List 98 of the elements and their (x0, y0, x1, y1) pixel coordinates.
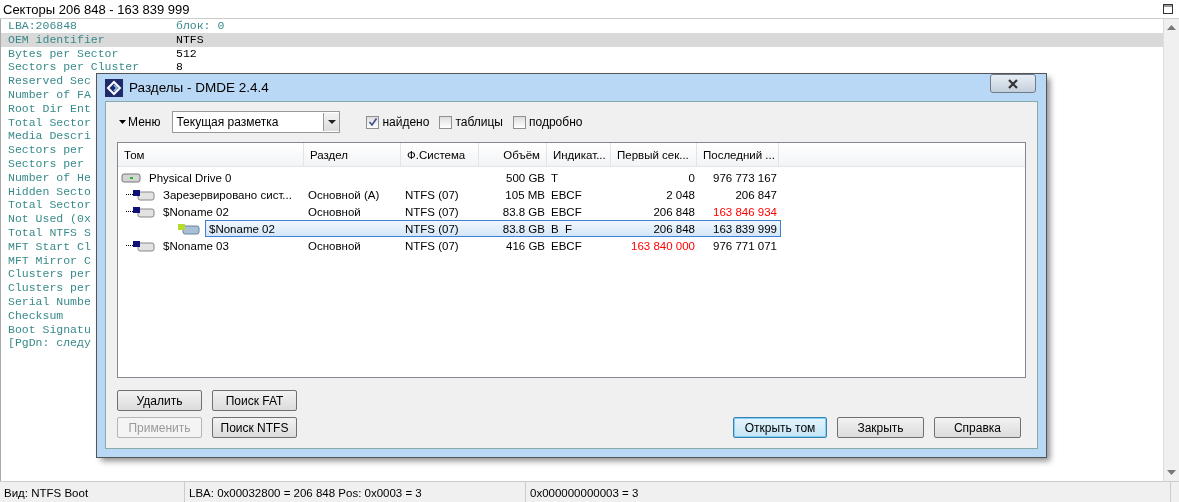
field-label: OEM identifier (8, 32, 106, 47)
table-cell-text: 976 773 167 (712, 171, 778, 184)
field-label: Clusters per (8, 281, 92, 295)
status-text: Вид: NTFS Boot (0, 482, 185, 502)
table-cell-text: $Noname 03 (162, 239, 230, 252)
table-cell-text: 0 (687, 171, 696, 184)
field-label: Checksum (8, 308, 65, 323)
table-cell-text: NTFS (07) (404, 239, 460, 252)
table-cell-text: 206 848 (652, 205, 696, 218)
action-button[interactable]: Справка (934, 417, 1021, 438)
close-button[interactable] (990, 74, 1036, 93)
field-value: блок: 0 (176, 19, 225, 33)
table-row[interactable]: Physical Drive 0 500 GB T 0 976 773 167 (145, 169, 781, 186)
drive-icon (121, 171, 143, 184)
window-title: Секторы 206 848 - 163 839 999 (2, 1, 191, 17)
checkbox-label[interactable]: найдено (382, 115, 430, 129)
partition-icon (133, 205, 155, 218)
table-cell-text: Physical Drive 0 (148, 171, 233, 184)
column-header[interactable]: Том (118, 143, 304, 166)
table-cell-text: 83.8 GB (501, 222, 546, 235)
table-cell-text: 2 048 (665, 188, 696, 201)
table-cell-text: NTFS (07) (404, 188, 460, 201)
column-header[interactable]: Объём (479, 143, 547, 166)
table-cell-text: 83.8 GB (501, 205, 546, 218)
table-cell-text: Основной (307, 205, 362, 218)
table-cell-text: 163 840 000 (630, 239, 696, 252)
action-button[interactable]: Открыть том (733, 417, 827, 438)
partition-icon (133, 188, 155, 201)
field-row[interactable]: Sectors per Cluster 8 (1, 60, 1163, 75)
field-value: NTFS (176, 32, 204, 47)
status-text: LBA: 0x00032800 = 206 848 Pos: 0x0003 = 3 (185, 482, 526, 502)
field-row[interactable]: LBA:206848 блок: 0 (1, 19, 1163, 33)
column-header[interactable]: Индикат... (547, 143, 611, 166)
caret-icon (119, 120, 126, 124)
field-label: LBA:206848 (8, 19, 78, 33)
table-cell-text: NTFS (07) (404, 222, 460, 235)
table-row[interactable]: $Noname 02 Основной NTFS (07) 83.8 GB EBCF 206 848 163 846 934 (159, 203, 781, 220)
table-cell-text: 163 846 934 (712, 205, 778, 218)
field-label: Root Dir Ent (8, 101, 92, 116)
restore-icon[interactable] (1163, 4, 1173, 14)
app-logo-icon (105, 78, 123, 97)
table-row[interactable]: $Noname 03 Основной NTFS (07) 416 GB EBCF 163 840 000 976 771 071 (159, 237, 781, 254)
table-cell-text: Основной (307, 239, 362, 252)
field-label: Media Descri (8, 129, 92, 144)
scrollbar[interactable] (1163, 19, 1179, 481)
action-button[interactable]: Закрыть (837, 417, 924, 438)
view-dropdown[interactable]: Текущая разметка (172, 111, 341, 133)
table-cell-text: T (550, 171, 560, 184)
column-header[interactable]: Ф.Система (401, 143, 479, 166)
field-label: Sectors per Cluster (8, 60, 141, 75)
scroll-up-icon[interactable] (1167, 24, 1176, 30)
table-cell-text: 500 GB (505, 171, 546, 184)
table-cell-text: Основной (A) (307, 188, 381, 201)
table-cell-text: EBCF (550, 239, 583, 252)
checkbox[interactable] (366, 115, 380, 129)
action-button[interactable]: Удалить (117, 390, 202, 411)
table-cell-text: 976 771 071 (712, 239, 778, 252)
partition-icon (178, 222, 200, 235)
table-cell-text: EBCF (550, 188, 583, 201)
menu-button[interactable]: Меню (117, 115, 163, 129)
table-cell-text: Зарезервировано сист... (162, 188, 293, 201)
field-label: MFT Mirror C (8, 253, 92, 268)
table-cell-text: 105 MB (504, 188, 546, 201)
caret-icon (327, 120, 336, 124)
column-header[interactable]: Раздел (304, 143, 401, 166)
field-label: Clusters per (8, 267, 92, 282)
checkbox-label[interactable]: подробно (529, 115, 583, 129)
close-icon (1006, 78, 1020, 89)
table-cell-text: B F (550, 222, 574, 235)
table-cell-text: 416 GB (505, 239, 546, 252)
table-cell-text: $Noname 02 (162, 205, 230, 218)
action-button[interactable]: Поиск NTFS (212, 417, 297, 438)
action-button[interactable]: Поиск FAT (212, 390, 297, 411)
checkbox[interactable] (513, 115, 526, 129)
field-value: 512 (176, 46, 197, 61)
table-cell-text: NTFS (07) (404, 205, 460, 218)
field-label: Boot Signatu (8, 322, 92, 337)
checkbox-label[interactable]: таблицы (455, 115, 503, 129)
field-label: Serial Numbe (8, 294, 92, 309)
dialog-title: Разделы - DMDE 2.4.4 (129, 80, 270, 95)
table-row[interactable]: Зарезервировано сист... Основной (A) NTFS (07) 105 MB EBCF 2 048 206 847 (159, 186, 781, 203)
field-value: 8 (176, 60, 183, 75)
column-header[interactable]: Последний ... (697, 143, 779, 166)
field-label: Bytes per Sector (8, 46, 120, 61)
field-row[interactable]: Bytes per Sector 512 (1, 46, 1163, 61)
scroll-down-icon[interactable] (1167, 470, 1176, 476)
status-text: 0x000000000003 = 3 (526, 482, 1171, 502)
table-cell-text: 163 839 999 (712, 222, 778, 235)
checkbox[interactable] (439, 115, 453, 129)
table-cell-text: EBCF (550, 205, 583, 218)
partition-icon (133, 239, 155, 252)
table-cell-text: 206 848 (652, 222, 696, 235)
column-header[interactable]: Первый сек... (611, 143, 697, 166)
table-row[interactable]: $Noname 02 NTFS (07) 83.8 GB B F 206 848 163 839 999 (205, 220, 781, 237)
field-row[interactable]: OEM identifier NTFS (1, 32, 1163, 47)
table-cell-text: 206 847 (734, 188, 778, 201)
table-cell-text: $Noname 02 (208, 222, 276, 235)
field-label: [PgDn: следу (8, 336, 92, 351)
